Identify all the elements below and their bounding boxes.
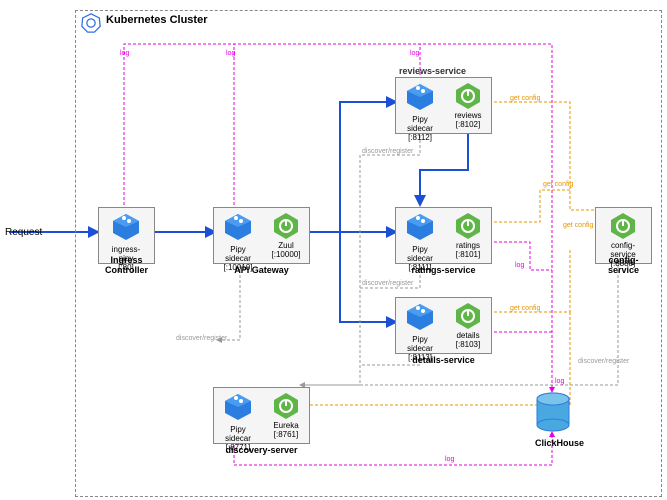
zuul-node: Zuul[:10000] bbox=[268, 212, 304, 260]
reviews-title: reviews-service bbox=[399, 66, 466, 76]
power-icon bbox=[454, 212, 482, 240]
discover-label: discover/register bbox=[362, 148, 413, 155]
getconfig-label: get config bbox=[563, 222, 593, 229]
details-sidecar: Pipy sidecar[:8113] bbox=[402, 302, 438, 362]
discovery-sidecar: Pipy sidecar[:8771] bbox=[220, 392, 256, 452]
log-label: log bbox=[120, 50, 129, 57]
cube-icon bbox=[111, 212, 141, 242]
log-label: log bbox=[555, 378, 564, 385]
config-service: config-service[:8888] config-service bbox=[595, 207, 652, 264]
ratings-label: ratings-service bbox=[396, 265, 491, 275]
power-icon bbox=[272, 392, 300, 420]
ratings-app: ratings[:8101] bbox=[450, 212, 486, 260]
power-icon bbox=[609, 212, 637, 240]
reviews-app: reviews[:8102] bbox=[450, 82, 486, 130]
details-label: details-service bbox=[396, 355, 491, 365]
clickhouse-db: ClickHouse bbox=[535, 392, 571, 434]
cube-icon bbox=[405, 302, 435, 332]
k8s-cluster: Kubernetes Cluster bbox=[75, 10, 662, 497]
discover-label: discover/register bbox=[176, 335, 227, 342]
cube-icon bbox=[223, 212, 253, 242]
discover-label: discover/register bbox=[578, 358, 629, 365]
eureka-node: Eureka[:8761] bbox=[268, 392, 304, 440]
config-label: config-service bbox=[596, 255, 651, 275]
ingress-label: Ingress Controller bbox=[99, 255, 154, 275]
log-label: log bbox=[410, 50, 419, 57]
details-service: Pipy sidecar[:8113] details[:8103] detai… bbox=[395, 297, 492, 354]
request-label: Request bbox=[5, 227, 42, 238]
discovery-label: discovery-server bbox=[214, 445, 309, 455]
database-icon bbox=[535, 392, 571, 434]
ingress-controller: ingress-pipy[:80] Ingress Controller bbox=[98, 207, 155, 264]
ratings-service: Pipy sidecar[:8111] ratings[:8101] ratin… bbox=[395, 207, 492, 264]
gateway-label: API Gateway bbox=[214, 265, 309, 275]
api-gateway: Pipy sidecar[:10010] Zuul[:10000] API Ga… bbox=[213, 207, 310, 264]
getconfig-label: get config bbox=[510, 95, 540, 102]
power-icon bbox=[454, 302, 482, 330]
cluster-title: Kubernetes Cluster bbox=[106, 14, 207, 26]
log-label: log bbox=[226, 50, 235, 57]
power-icon bbox=[454, 82, 482, 110]
details-app: details[:8103] bbox=[450, 302, 486, 350]
getconfig-label: get config bbox=[510, 305, 540, 312]
discovery-server: Pipy sidecar[:8771] Eureka[:8761] discov… bbox=[213, 387, 310, 444]
gateway-sidecar: Pipy sidecar[:10010] bbox=[220, 212, 256, 272]
discover-label: discover/register bbox=[362, 280, 413, 287]
getconfig-label: get config bbox=[543, 181, 573, 188]
clickhouse-label: ClickHouse bbox=[535, 438, 571, 448]
log-label: log bbox=[445, 456, 454, 463]
power-icon bbox=[272, 212, 300, 240]
log-label: log bbox=[515, 262, 524, 269]
cube-icon bbox=[223, 392, 253, 422]
reviews-sidecar: Pipy sidecar[:8112] bbox=[402, 82, 438, 142]
cube-icon bbox=[405, 82, 435, 112]
cube-icon bbox=[405, 212, 435, 242]
ratings-sidecar: Pipy sidecar[:8111] bbox=[402, 212, 438, 272]
kubernetes-icon bbox=[81, 13, 101, 33]
reviews-service: reviews-service Pipy sidecar[:8112] revi… bbox=[395, 77, 492, 134]
